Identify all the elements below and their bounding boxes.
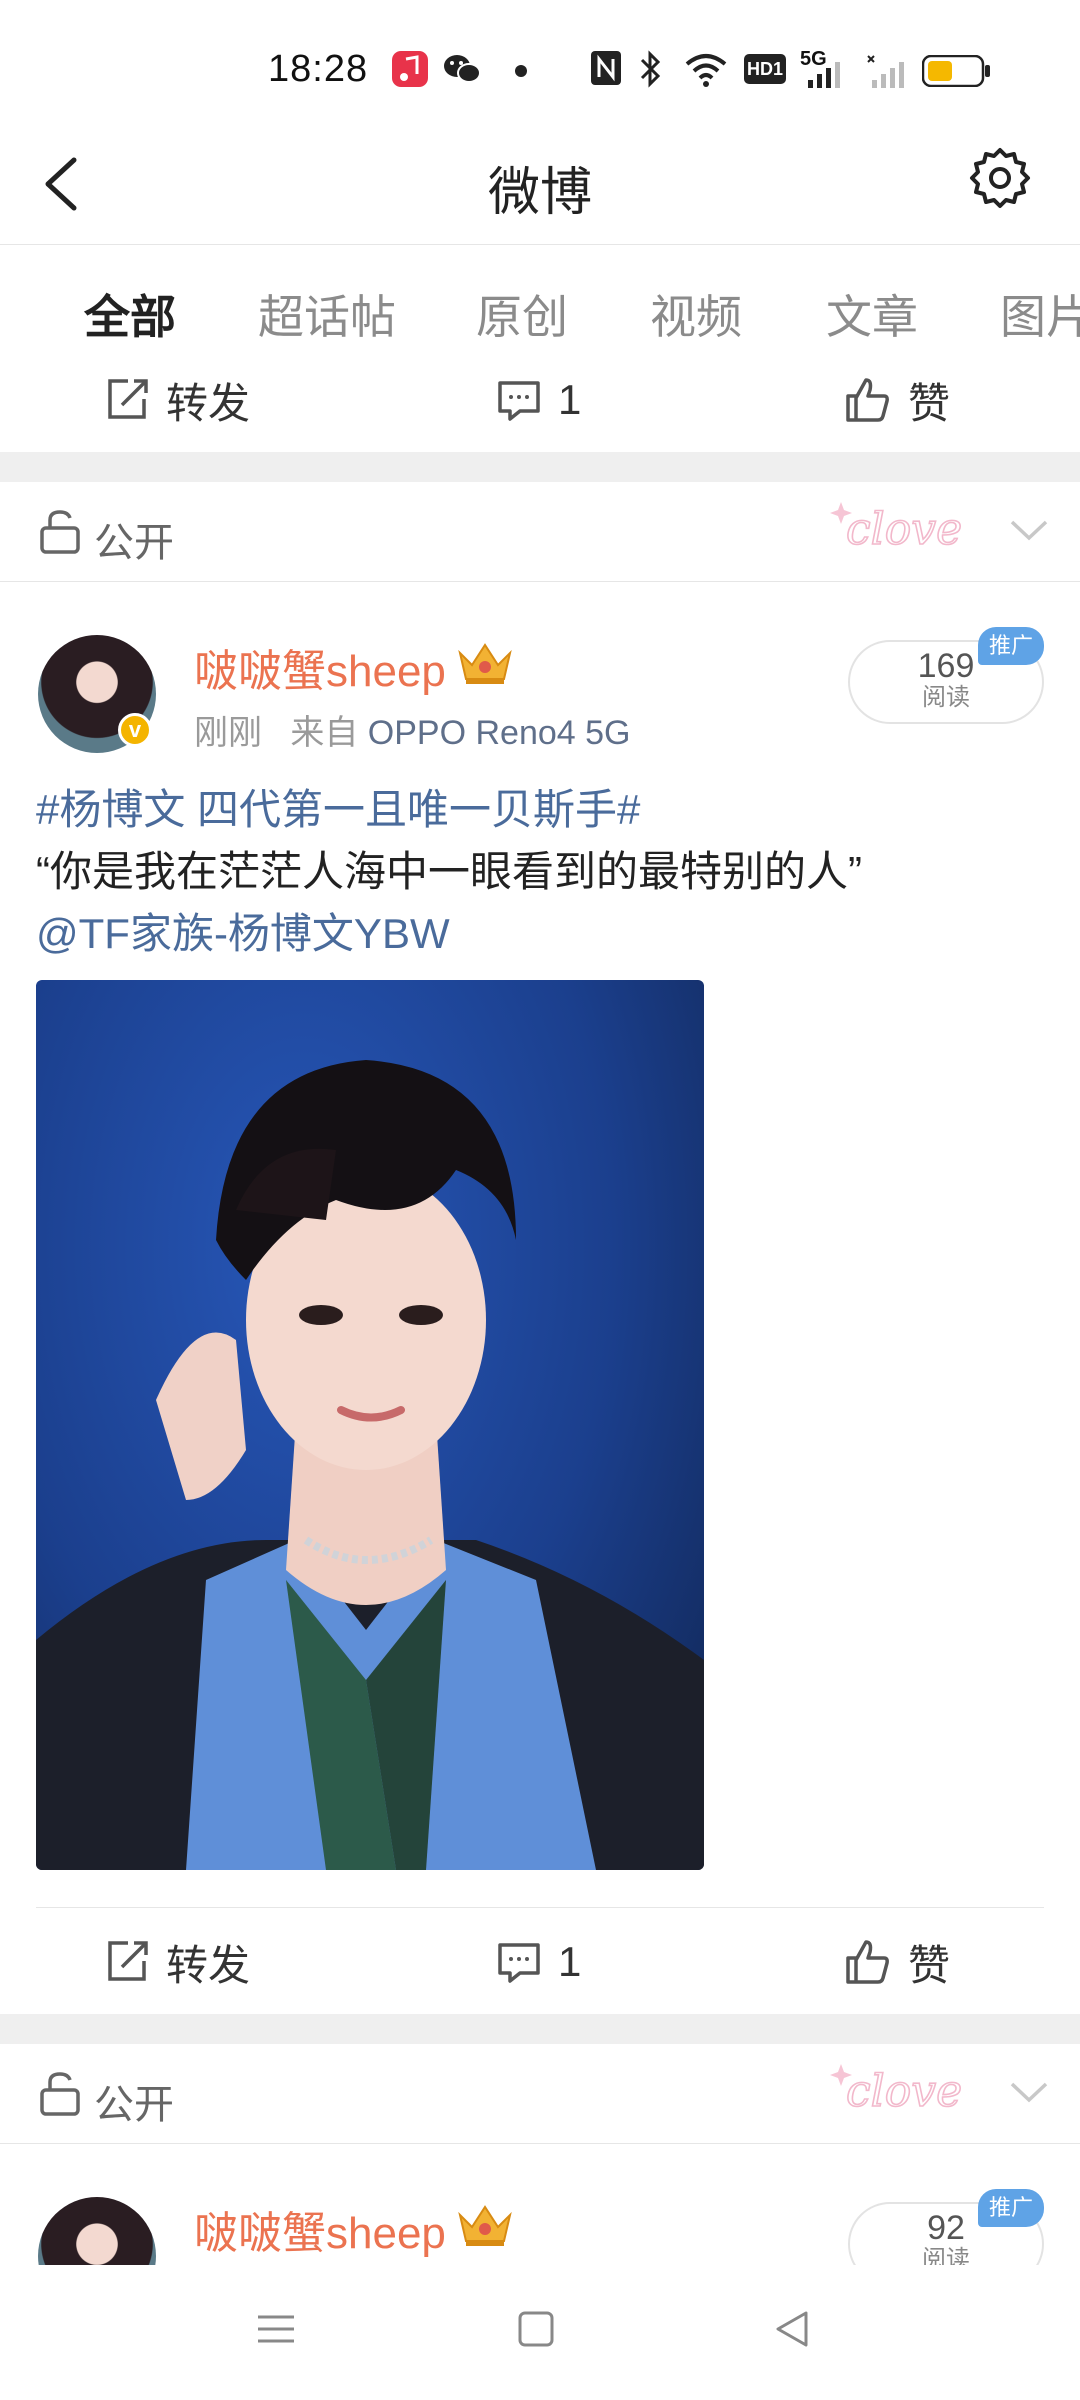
chevron-down-icon[interactable]: [1008, 516, 1050, 544]
previous-post-action-bar: 转发 1 赞: [0, 350, 1080, 450]
tab-super-topic[interactable]: 超话帖: [258, 281, 396, 347]
notification-dot-icon: [515, 64, 527, 102]
home-square-icon[interactable]: [516, 2309, 556, 2354]
love-sticker-icon: clove: [830, 2064, 963, 2118]
comment-icon: [498, 1943, 540, 1983]
post-username[interactable]: 啵啵蟹sheep: [194, 635, 446, 699]
comment-count: 1: [558, 376, 582, 423]
svg-text:clove: clove: [846, 2066, 962, 2117]
post-device[interactable]: OPPO Reno4 5G: [368, 714, 631, 752]
unlock-icon: [40, 2072, 80, 2116]
comment-button[interactable]: 1: [496, 1912, 581, 2012]
tab-article[interactable]: 文章: [826, 281, 918, 347]
like-label: 赞: [908, 1941, 951, 1989]
wechat-icon: [442, 50, 482, 88]
tab-picture[interactable]: 图片: [1000, 281, 1080, 347]
feed-separator: [0, 2014, 1080, 2044]
post-username[interactable]: 啵啵蟹sheep: [194, 2197, 446, 2261]
love-sticker-icon: clove: [830, 502, 963, 556]
tab-original[interactable]: 原创: [476, 281, 568, 347]
vip-crown-icon: [458, 643, 512, 684]
post-time: 刚刚: [194, 714, 262, 752]
like-label: 赞: [908, 379, 951, 427]
feed-post: 啵啵蟹sheep 92 阅读 推广: [0, 2145, 1080, 2265]
signal-no-service-icon: [866, 54, 910, 92]
svg-text:clove: clove: [846, 504, 962, 555]
repost-label: 转发: [166, 1941, 251, 1989]
tab-all[interactable]: 全部: [84, 281, 176, 347]
repost-icon: [108, 379, 148, 419]
thumbs-up-icon: [846, 1940, 889, 1984]
portrait-illustration: [36, 1060, 704, 1870]
comment-button[interactable]: 1: [496, 350, 581, 450]
hd-badge-text: HD1: [744, 54, 786, 84]
repost-button[interactable]: 转发: [104, 1912, 250, 2012]
signal-5g-icon: [808, 62, 842, 100]
post-divider: [36, 1907, 1044, 1908]
privacy-label: 公开: [94, 521, 174, 565]
comment-count: 1: [558, 1938, 582, 1985]
hd-volte-icon: HD1: [744, 54, 786, 92]
privacy-label: 公开: [94, 2083, 174, 2127]
post-quote: “你是我在茫茫人海中一眼看到的最特别的人”: [36, 848, 862, 895]
unlock-icon: [40, 510, 80, 554]
repost-button[interactable]: 转发: [104, 350, 250, 450]
battery-low-icon: [921, 54, 992, 93]
tab-video[interactable]: 视频: [650, 281, 742, 347]
wifi-icon: [684, 50, 728, 88]
post-privacy-row[interactable]: 公开 clove: [0, 482, 1080, 582]
post-privacy-row[interactable]: 公开 clove: [0, 2044, 1080, 2144]
post-image[interactable]: [36, 980, 704, 1870]
chevron-down-icon[interactable]: [1008, 2078, 1050, 2106]
back-triangle-icon[interactable]: [772, 2309, 812, 2354]
system-navigation-bar: [0, 2265, 1080, 2400]
like-button[interactable]: 赞: [844, 350, 950, 450]
promote-badge[interactable]: 推广: [978, 627, 1044, 665]
like-button[interactable]: 赞: [844, 1912, 950, 2012]
repost-label: 转发: [166, 379, 251, 427]
page-title: 微博: [487, 164, 592, 222]
post-body: #杨博文 四代第一且唯一贝斯手# “你是我在茫茫人海中一眼看到的最特别的人” @…: [36, 779, 1046, 965]
vip-crown-icon: [458, 2205, 512, 2246]
menu-icon[interactable]: [256, 2309, 296, 2354]
feed-separator: [0, 452, 1080, 482]
music-app-icon: [392, 50, 428, 88]
post-source-prefix: 来自: [290, 714, 359, 752]
promote-badge[interactable]: 推广: [978, 2189, 1044, 2227]
status-bar: 18:28 HD1 5G: [0, 0, 1080, 140]
avatar[interactable]: [38, 2197, 156, 2265]
post-hashtag[interactable]: #杨博文 四代第一且唯一贝斯手#: [36, 779, 1046, 841]
nfc-icon: [590, 50, 622, 88]
read-count-label: 阅读: [922, 684, 970, 711]
post-mention[interactable]: @TF家族-杨博文YBW: [36, 903, 1046, 965]
post-meta: 刚刚 来自 OPPO Reno4 5G: [194, 705, 630, 754]
gear-icon[interactable]: [968, 146, 1032, 210]
verified-badge-icon: v: [118, 713, 152, 747]
read-count-label: 阅读: [922, 2246, 970, 2265]
repost-icon: [108, 1941, 148, 1981]
thumbs-up-icon: [846, 378, 889, 422]
comment-icon: [498, 381, 540, 421]
post-action-bar: 转发 1 赞: [0, 1912, 1080, 2012]
top-nav-bar: 微博: [0, 120, 1080, 245]
bluetooth-icon: [636, 50, 666, 88]
status-time: 18:28: [268, 48, 369, 90]
